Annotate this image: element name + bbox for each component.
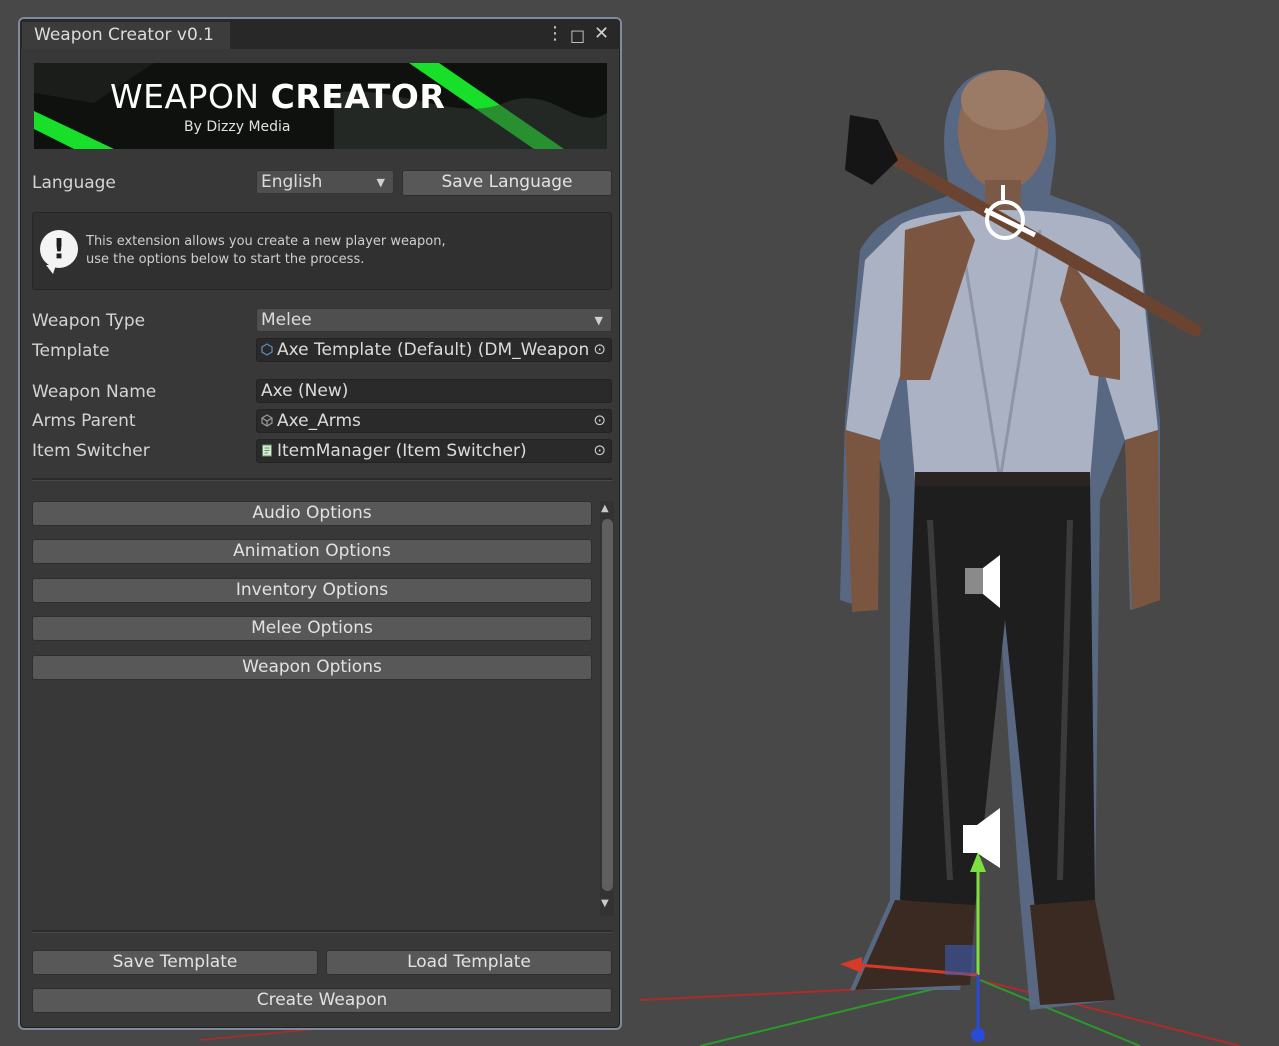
help-line-2: use the options below to start the proce…	[86, 252, 365, 267]
arms-parent-value: Axe_Arms	[277, 411, 361, 431]
arms-parent-label: Arms Parent	[32, 411, 136, 431]
template-value: Axe Template (Default) (DM_Weapon	[277, 340, 590, 360]
save-language-button[interactable]: Save Language	[402, 170, 612, 196]
gameobject-icon	[261, 414, 273, 427]
close-icon[interactable]: ✕	[594, 24, 609, 44]
audio-options-button[interactable]: Audio Options	[32, 501, 592, 526]
object-picker-icon[interactable]: ⊙	[593, 410, 606, 431]
inventory-options-button[interactable]: Inventory Options	[32, 578, 592, 603]
window-tab-bar: Weapon Creator v0.1 ⋮ □ ✕	[20, 19, 620, 49]
weapon-options-button[interactable]: Weapon Options	[32, 655, 592, 680]
scrollbar-thumb[interactable]	[602, 519, 613, 891]
weapon-type-label: Weapon Type	[32, 311, 146, 331]
object-picker-icon[interactable]: ⊙	[593, 440, 606, 461]
scroll-down-icon[interactable]: ▼	[601, 898, 609, 909]
scriptable-object-icon	[261, 343, 273, 356]
language-label: Language	[32, 173, 116, 193]
help-box: ! This extension allows you create a new…	[32, 212, 612, 290]
language-selected: English	[261, 172, 323, 192]
scroll-up-icon[interactable]: ▲	[601, 503, 609, 514]
character-model[interactable]	[840, 70, 1160, 1010]
item-switcher-value: ItemManager (Item Switcher)	[277, 441, 527, 461]
item-switcher-label: Item Switcher	[32, 441, 150, 461]
chevron-down-icon: ▼	[594, 314, 603, 327]
weapon-type-value: Melee	[261, 310, 312, 330]
template-label: Template	[32, 341, 110, 361]
banner-title-light: WEAPON	[110, 77, 260, 116]
banner-title: WEAPON CREATOR	[110, 77, 445, 116]
weapon-name-input[interactable]: Axe (New)	[256, 379, 612, 403]
help-line-1: This extension allows you create a new p…	[86, 234, 446, 249]
animation-options-button[interactable]: Animation Options	[32, 539, 592, 564]
more-options-icon[interactable]: ⋮	[546, 24, 564, 44]
banner-title-bold: CREATOR	[270, 77, 446, 116]
weapon-name-value: Axe (New)	[261, 381, 349, 401]
divider	[32, 478, 612, 481]
create-weapon-button[interactable]: Create Weapon	[32, 988, 612, 1013]
script-icon	[262, 444, 272, 457]
divider	[32, 930, 612, 933]
language-dropdown[interactable]: English ▼	[256, 170, 394, 194]
template-object-field[interactable]: Axe Template (Default) (DM_Weapon ⊙	[256, 338, 612, 362]
info-bubble-icon: !	[40, 230, 78, 274]
object-picker-icon[interactable]: ⊙	[593, 339, 606, 360]
maximize-icon[interactable]: □	[570, 26, 585, 46]
weapon-creator-banner: WEAPON CREATOR By Dizzy Media	[34, 63, 607, 149]
weapon-name-label: Weapon Name	[32, 382, 157, 402]
chevron-down-icon: ▼	[376, 176, 385, 189]
item-switcher-object-field[interactable]: ItemManager (Item Switcher) ⊙	[256, 439, 612, 463]
grid-line-green	[699, 984, 951, 1046]
save-template-button[interactable]: Save Template	[32, 950, 318, 975]
weapon-creator-window: Weapon Creator v0.1 ⋮ □ ✕ WEAPON CREATOR…	[18, 17, 622, 1030]
load-template-button[interactable]: Load Template	[326, 950, 612, 975]
window-tab[interactable]: Weapon Creator v0.1	[22, 22, 230, 49]
banner-subtitle: By Dizzy Media	[184, 119, 291, 135]
weapon-type-dropdown[interactable]: Melee ▼	[256, 308, 612, 332]
arms-parent-object-field[interactable]: Axe_Arms ⊙	[256, 409, 612, 433]
melee-options-button[interactable]: Melee Options	[32, 616, 592, 641]
